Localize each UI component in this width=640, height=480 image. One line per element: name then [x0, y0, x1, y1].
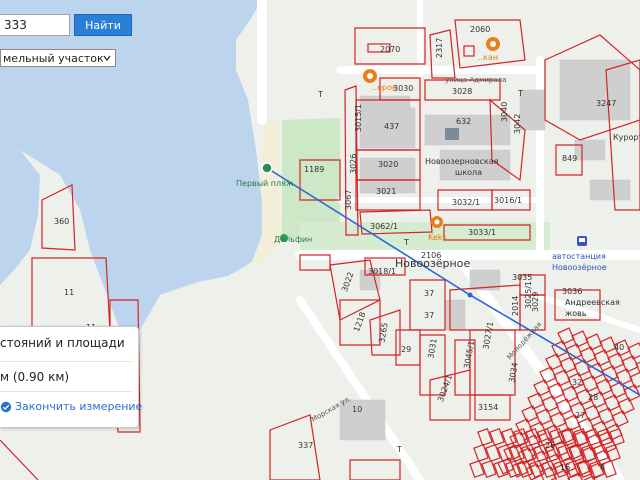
svg-text:3042: 3042 [513, 114, 522, 134]
svg-text:Новоозерновская: Новоозерновская [425, 157, 499, 166]
promenade-green [300, 222, 550, 250]
measure-panel: стояний и площади м (0.90 км) Закончить … [0, 326, 142, 428]
measure-distance: м (0.90 км) [0, 370, 70, 384]
svg-text:T: T [403, 238, 409, 247]
svg-text:10: 10 [352, 405, 362, 414]
svg-text:3021: 3021 [376, 187, 396, 196]
store-pin-right[interactable] [486, 37, 500, 51]
svg-text:2070: 2070 [380, 45, 400, 54]
measure-start-point [261, 162, 273, 174]
svg-text:11: 11 [64, 288, 74, 297]
svg-text:автостанция: автостанция [552, 252, 606, 261]
svg-text:37: 37 [424, 311, 434, 320]
svg-text:27: 27 [575, 411, 585, 420]
search-input[interactable] [0, 14, 70, 36]
svg-text:3067: 3067 [344, 190, 353, 210]
svg-text:3026: 3026 [349, 154, 358, 174]
svg-text:Keks: Keks [428, 233, 447, 242]
check-circle-icon [0, 401, 12, 412]
svg-text:3033/1: 3033/1 [468, 228, 496, 237]
search-button[interactable]: Найти [74, 14, 132, 36]
svg-text:T: T [517, 89, 523, 98]
svg-text:T: T [396, 445, 402, 454]
svg-text:3016/1: 3016/1 [494, 196, 522, 205]
svg-text:2060: 2060 [470, 25, 490, 34]
chevron-down-icon [103, 55, 111, 62]
search-bar: Найти [0, 14, 132, 36]
measure-mid-point [467, 292, 473, 298]
svg-text:Дельфин: Дельфин [274, 235, 312, 244]
svg-text:3032/1: 3032/1 [452, 198, 480, 207]
store-pin-left[interactable] [363, 69, 377, 83]
finish-measure-button[interactable]: Закончить измерение [0, 400, 142, 413]
svg-text:29: 29 [401, 345, 411, 354]
svg-text:437: 437 [384, 122, 399, 131]
svg-text:3035: 3035 [512, 273, 532, 282]
svg-text:Новоозёрное: Новоозёрное [395, 257, 470, 270]
svg-text:улица Адмирала: улица Адмирала [445, 76, 506, 84]
svg-text:3247: 3247 [596, 99, 616, 108]
svg-text:3018/1: 3018/1 [368, 267, 396, 276]
svg-text:28: 28 [588, 393, 598, 402]
svg-text:2014: 2014 [511, 296, 520, 316]
svg-text:3062/1: 3062/1 [370, 222, 398, 231]
svg-text:1189: 1189 [304, 165, 324, 174]
svg-text:849: 849 [562, 154, 577, 163]
svg-text:632: 632 [456, 117, 471, 126]
svg-text:T: T [317, 90, 323, 99]
divider [0, 391, 132, 392]
svg-text:..ерок: ..ерок [372, 83, 397, 92]
svg-text:Андреевская: Андреевская [565, 298, 620, 307]
finish-measure-label: Закончить измерение [15, 400, 143, 413]
svg-text:школа: школа [455, 168, 482, 177]
object-type-selected: мельный участок [3, 51, 104, 65]
svg-text:Первый пляж: Первый пляж [236, 179, 293, 188]
svg-text:3028: 3028 [452, 87, 472, 96]
svg-text:26: 26 [545, 441, 555, 450]
svg-text:32: 32 [572, 378, 582, 387]
bus-station-icon[interactable] [577, 236, 587, 246]
svg-text:360: 360 [54, 217, 69, 226]
svg-text:8: 8 [600, 463, 605, 472]
svg-text:..кан: ..кан [478, 53, 498, 62]
svg-text:3040: 3040 [500, 102, 509, 122]
svg-text:3154: 3154 [478, 403, 498, 412]
svg-text:жовь: жовь [565, 309, 587, 318]
svg-text:3015/1: 3015/1 [354, 104, 363, 132]
divider [0, 361, 132, 362]
svg-text:40: 40 [614, 343, 624, 352]
svg-text:16: 16 [560, 463, 570, 472]
object-type-select[interactable]: мельный участок [0, 49, 116, 67]
svg-text:Новоозёрное: Новоозёрное [552, 263, 607, 272]
svg-text:37: 37 [424, 289, 434, 298]
keks-pin[interactable] [431, 216, 443, 228]
svg-text:3020: 3020 [378, 160, 398, 169]
svg-text:Курорт: Курорт [613, 133, 640, 142]
svg-text:3036: 3036 [562, 287, 582, 296]
measure-title: стояний и площади [0, 336, 125, 350]
svg-text:3029: 3029 [531, 292, 540, 312]
svg-text:337: 337 [298, 441, 313, 450]
school-icon [445, 128, 459, 140]
svg-text:2317: 2317 [435, 38, 444, 58]
